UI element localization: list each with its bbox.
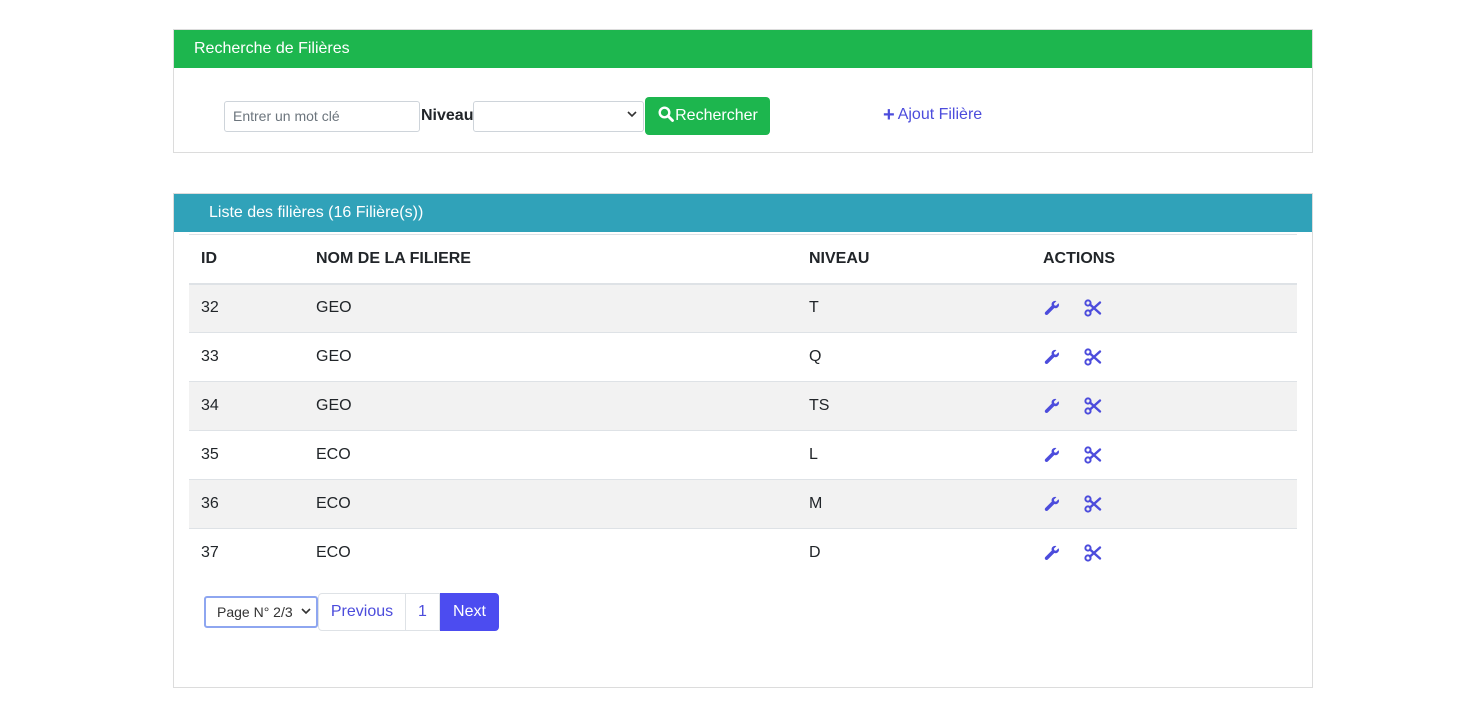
- wrench-icon[interactable]: [1043, 348, 1061, 366]
- scissors-icon[interactable]: [1084, 397, 1102, 415]
- list-panel: Liste des filières (16 Filière(s)) ID NO…: [173, 193, 1313, 688]
- cell-nom: ECO: [304, 430, 797, 480]
- search-panel-title: Recherche de Filières: [174, 30, 1312, 68]
- cell-niveau: L: [797, 430, 1031, 480]
- search-form: Niveau Rechercher: [224, 97, 771, 135]
- filieres-table: ID NOM DE LA FILIERE NIVEAU ACTIONS 32 GE…: [189, 234, 1297, 578]
- scissors-icon[interactable]: [1084, 348, 1102, 366]
- plus-icon: +: [883, 104, 895, 126]
- cell-actions: [1031, 332, 1297, 382]
- keyword-input[interactable]: [224, 100, 420, 132]
- add-filiere-link[interactable]: + Ajout Filière: [883, 104, 983, 126]
- table-row: 33 GEO Q: [189, 332, 1297, 382]
- cell-niveau: Q: [797, 332, 1031, 382]
- column-header-actions: ACTIONS: [1031, 234, 1297, 285]
- wrench-icon[interactable]: [1043, 495, 1061, 513]
- niveau-label: Niveau: [421, 107, 474, 124]
- cell-actions: [1031, 528, 1297, 578]
- chevron-down-icon: [301, 606, 311, 619]
- table-header-row: ID NOM DE LA FILIERE NIVEAU ACTIONS: [189, 234, 1297, 285]
- search-button[interactable]: Rechercher: [645, 97, 771, 135]
- cell-actions: [1031, 381, 1297, 431]
- cell-nom: GEO: [316, 299, 352, 317]
- page-select-value: Page N° 2/3: [217, 604, 293, 620]
- column-header-nom: NOM DE LA FILIERE: [304, 234, 797, 285]
- add-filiere-label: Ajout Filière: [897, 106, 983, 123]
- cell-id: 32: [201, 299, 219, 317]
- cell-nom: GEO: [304, 381, 797, 431]
- pagination: Page N° 2/3 Previous 1 Next: [204, 593, 499, 631]
- cell-id: 33: [189, 332, 304, 382]
- cell-id: 37: [189, 528, 304, 578]
- wrench-icon[interactable]: [1043, 446, 1061, 464]
- cell-actions: [1031, 284, 1297, 333]
- previous-button[interactable]: Previous: [318, 593, 406, 631]
- cell-id: 35: [189, 430, 304, 480]
- cell-actions: [1031, 479, 1297, 529]
- column-header-id: ID: [189, 234, 304, 285]
- cell-niveau: M: [797, 479, 1031, 529]
- table-row: 34 GEO TS: [189, 381, 1297, 431]
- cell-nom: GEO: [304, 332, 797, 382]
- search-icon: [658, 105, 675, 127]
- next-button[interactable]: Next: [440, 593, 499, 631]
- column-header-niveau: NIVEAU: [797, 234, 1031, 285]
- table-row: 36 ECO M: [189, 479, 1297, 529]
- cell-niveau: T: [809, 299, 819, 317]
- cell-id: 36: [189, 479, 304, 529]
- list-panel-title: Liste des filières (16 Filière(s)): [174, 194, 1312, 232]
- table-row: 37 ECO D: [189, 528, 1297, 578]
- cell-niveau: D: [797, 528, 1031, 578]
- wrench-icon[interactable]: [1043, 397, 1061, 415]
- page-1-button[interactable]: 1: [406, 593, 440, 631]
- table-row: 35 ECO L: [189, 430, 1297, 480]
- cell-nom: ECO: [304, 479, 797, 529]
- niveau-select[interactable]: [473, 100, 645, 132]
- cell-id: 34: [189, 381, 304, 431]
- scissors-icon[interactable]: [1084, 446, 1102, 464]
- cell-actions: [1031, 430, 1297, 480]
- cell-nom: ECO: [304, 528, 797, 578]
- wrench-icon[interactable]: [1043, 299, 1061, 317]
- page-select[interactable]: Page N° 2/3: [204, 596, 318, 628]
- chevron-down-icon: [627, 109, 638, 122]
- table-row: 32 GEO T: [189, 283, 1297, 333]
- search-button-label: Rechercher: [675, 107, 758, 124]
- wrench-icon[interactable]: [1043, 544, 1061, 562]
- scissors-icon[interactable]: [1084, 544, 1102, 562]
- cell-niveau: TS: [797, 381, 1031, 431]
- scissors-icon[interactable]: [1084, 299, 1102, 317]
- scissors-icon[interactable]: [1084, 495, 1102, 513]
